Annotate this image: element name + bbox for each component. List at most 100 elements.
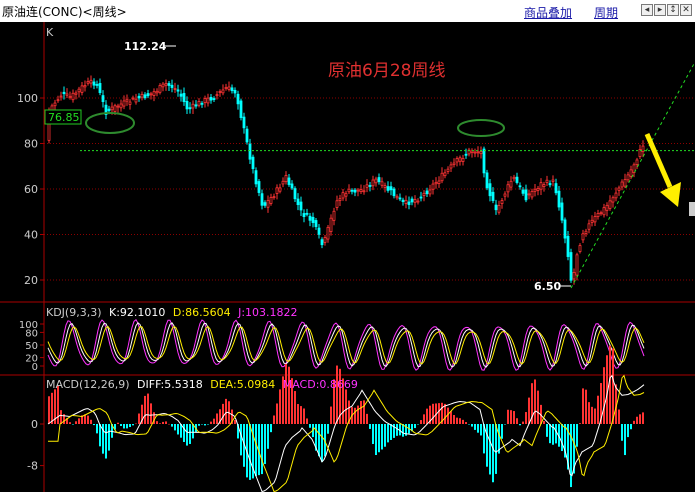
candle-body xyxy=(194,104,198,107)
candle-body xyxy=(542,184,546,187)
macd-bar xyxy=(144,395,146,424)
candle-body xyxy=(527,193,531,196)
macd-bar xyxy=(387,424,389,443)
candle-body xyxy=(278,187,282,192)
macd-bar xyxy=(525,412,527,424)
candle-body xyxy=(95,84,99,86)
overlay-menu[interactable]: 商品叠加 xyxy=(524,4,572,21)
macd-bar xyxy=(543,420,545,424)
macd-bar xyxy=(360,400,362,424)
high-price-label: 112.24 xyxy=(124,40,167,53)
macd-bar xyxy=(366,413,368,424)
candle-body xyxy=(50,105,54,111)
macd-bar xyxy=(495,424,497,474)
macd-bar xyxy=(480,424,482,436)
candle-body xyxy=(257,181,261,193)
macd-bar xyxy=(138,413,140,424)
kdj-lines xyxy=(47,319,645,371)
macd-bar xyxy=(642,412,644,424)
candle-body xyxy=(203,98,207,103)
candle-body xyxy=(584,230,588,234)
candles xyxy=(47,75,645,285)
candle-body xyxy=(281,180,285,185)
candle-body xyxy=(131,97,135,100)
macd-bar xyxy=(471,424,473,427)
candle-body xyxy=(284,175,288,183)
y-tick-label: 20 xyxy=(24,274,38,287)
candle-body xyxy=(149,93,153,96)
candle-body xyxy=(599,212,603,215)
macd-bar xyxy=(570,424,572,488)
macd-bar xyxy=(165,421,167,424)
candle-body xyxy=(476,151,480,154)
kdj-d-value: D:86.5604 xyxy=(173,306,231,319)
candle-body xyxy=(500,200,504,204)
kdj-title: KDJ(9,3,3) xyxy=(46,306,102,319)
candle-body xyxy=(617,187,621,191)
candle-body xyxy=(233,89,237,94)
scrollbar-thumb[interactable] xyxy=(689,202,695,216)
macd-bar xyxy=(75,421,77,424)
candle-body xyxy=(140,93,144,98)
macd-bar xyxy=(369,424,371,429)
candle-body xyxy=(335,200,339,208)
candle-body xyxy=(416,200,420,203)
candle-body xyxy=(269,197,273,204)
macd-bar xyxy=(297,404,299,424)
candle-body xyxy=(581,233,585,241)
macd-bar xyxy=(378,424,380,453)
candle-body xyxy=(101,95,105,103)
arrow-updown-icon[interactable]: ↕ xyxy=(667,4,679,16)
kdj-k-value: K:92.1010 xyxy=(109,306,165,319)
candle-body xyxy=(173,88,177,90)
macd-bar xyxy=(501,424,503,439)
macd-bar xyxy=(486,424,488,467)
candle-body xyxy=(419,196,423,199)
candle-body xyxy=(449,164,453,169)
candle-body xyxy=(623,179,627,187)
candle-body xyxy=(392,188,396,197)
macd-bar xyxy=(273,415,275,424)
candle-body xyxy=(77,88,81,93)
candle-body xyxy=(554,183,558,194)
candle-body xyxy=(485,172,489,189)
macd-bar xyxy=(234,419,236,424)
macd-bar xyxy=(270,424,272,433)
macd-bar xyxy=(249,424,251,480)
macd-bar xyxy=(456,417,458,424)
close-icon[interactable]: ✕ xyxy=(680,4,692,16)
arrow-right-icon[interactable]: ▸ xyxy=(654,4,666,16)
macd-bar xyxy=(576,424,578,447)
macd-bar xyxy=(465,422,467,424)
candle-body xyxy=(170,84,174,88)
macd-bar xyxy=(597,395,599,424)
macd-bar xyxy=(330,406,332,424)
candle-body xyxy=(161,83,165,88)
macd-bar xyxy=(150,403,152,424)
candle-body xyxy=(311,216,315,223)
chart-area[interactable]: 100 80 60 40 20 K 原油6月28周线 112.24 6.50 76.85… xyxy=(0,22,695,492)
arrow-left-icon[interactable]: ◂ xyxy=(641,4,653,16)
macd-bar xyxy=(162,421,164,424)
candle-body xyxy=(626,174,630,181)
candle-body xyxy=(254,170,258,185)
macd-bar xyxy=(78,418,80,424)
candle-body xyxy=(437,180,441,184)
candle-body xyxy=(452,162,456,166)
candle-body xyxy=(80,85,84,93)
period-menu[interactable]: 周期 xyxy=(594,4,618,21)
macd-bar xyxy=(537,390,539,424)
candle-body xyxy=(362,190,366,193)
macd-bar xyxy=(381,424,383,450)
y-tick-label: 100 xyxy=(17,92,38,105)
candle-body xyxy=(287,177,291,185)
candle-body xyxy=(215,94,219,97)
candle-body xyxy=(530,190,534,198)
macd-bar xyxy=(444,403,446,424)
candle-body xyxy=(302,213,306,217)
chart-annotation: 原油6月28周线 xyxy=(328,61,445,81)
macd-bar xyxy=(561,424,563,452)
candle-body xyxy=(569,252,573,281)
macd-bar xyxy=(306,418,308,424)
candle-body xyxy=(398,197,402,200)
